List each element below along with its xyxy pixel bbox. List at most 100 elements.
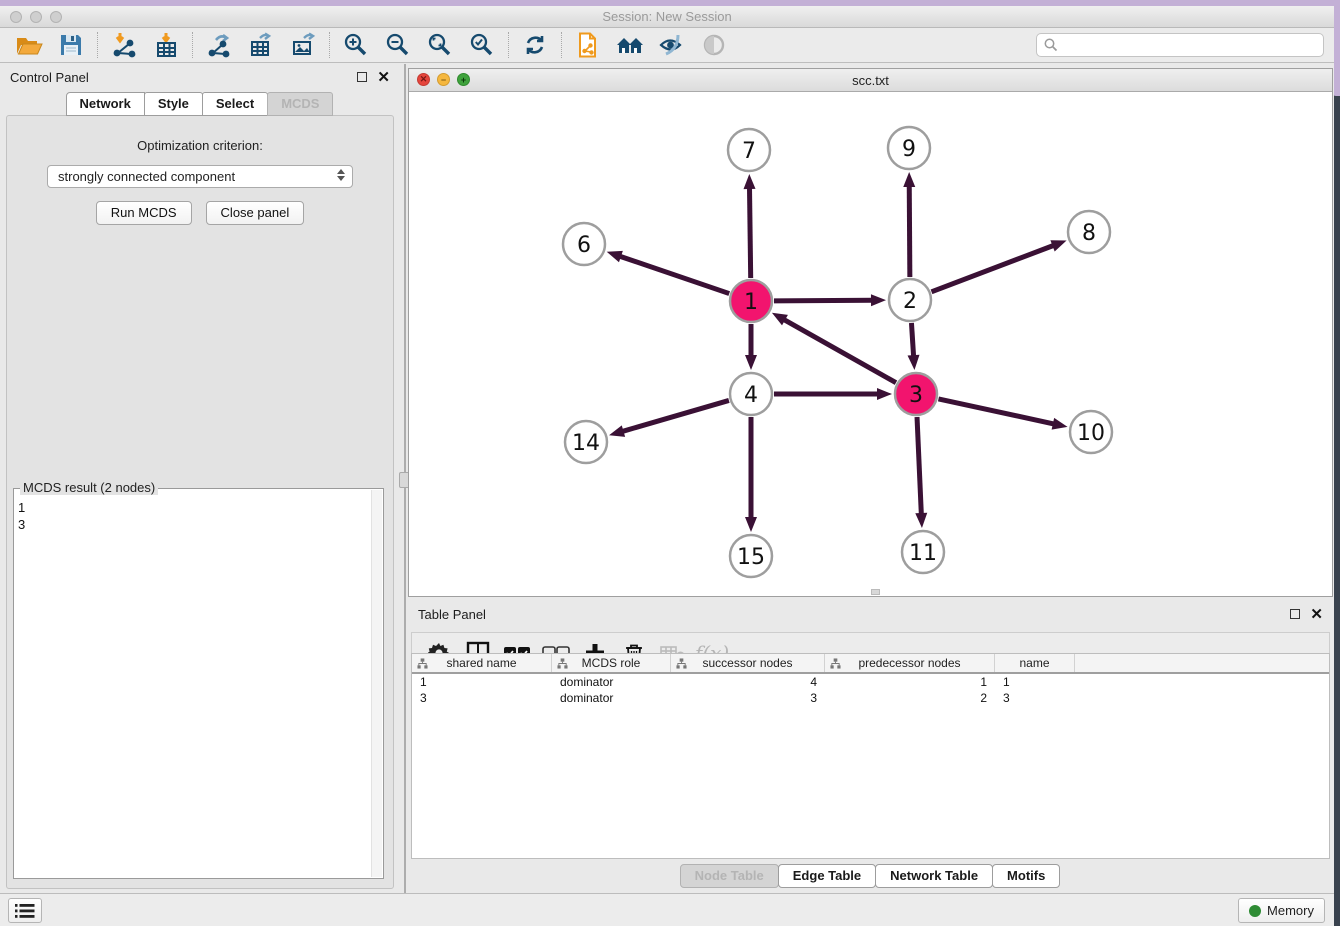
graph-edge-1-7[interactable] (749, 187, 750, 278)
graph-edge-4-14[interactable] (622, 400, 729, 431)
table-row[interactable]: 1 dominator 4 1 1 (412, 674, 1329, 690)
graph-node-label-6: 6 (577, 233, 591, 258)
tab-node-table[interactable]: Node Table (680, 864, 779, 888)
tab-select[interactable]: Select (202, 92, 268, 116)
new-network-from-selection-icon[interactable] (567, 30, 609, 60)
hide-selected-icon[interactable] (651, 30, 693, 60)
graph-edge-arrow-1-4 (745, 355, 757, 370)
close-table-panel-icon[interactable]: ✕ (1310, 607, 1323, 622)
graph-edge-arrow-3-10 (1052, 418, 1068, 430)
mcds-result-title: MCDS result (2 nodes) (20, 480, 158, 495)
tab-style[interactable]: Style (144, 92, 203, 116)
graph-edge-2-8[interactable] (932, 245, 1055, 292)
graph-edge-arrow-4-14 (609, 425, 625, 437)
graph-edge-arrow-1-2 (871, 294, 886, 306)
toolbar-separator (192, 32, 193, 58)
close-panel-button[interactable]: Close panel (206, 201, 305, 225)
zoom-selected-icon[interactable] (461, 30, 503, 60)
column-header-shared-name[interactable]: shared name (412, 654, 552, 672)
maximize-network-button[interactable] (457, 73, 470, 86)
close-network-button[interactable] (417, 73, 430, 86)
result-scrollbar[interactable] (371, 490, 382, 877)
tab-motifs[interactable]: Motifs (992, 864, 1060, 888)
attribute-icon (676, 658, 687, 669)
tab-edge-table[interactable]: Edge Table (778, 864, 876, 888)
result-line: 3 (18, 516, 370, 533)
zoom-in-icon[interactable] (335, 30, 377, 60)
graph-edge-arrow-2-3 (908, 355, 920, 370)
graph-node-label-4: 4 (744, 383, 758, 408)
zoom-window-button[interactable] (50, 11, 62, 23)
graph-edge-arrow-3-1 (772, 313, 788, 326)
graph-node-label-9: 9 (902, 137, 916, 162)
table-row[interactable]: 3 dominator 3 2 3 (412, 690, 1329, 706)
mcds-result-box: MCDS result (2 nodes) 1 3 (13, 488, 384, 879)
app-window: Session: New Session (0, 6, 1334, 926)
cell-mcds-role: dominator (552, 675, 671, 689)
canvas-resize-grip[interactable] (871, 589, 880, 595)
screen: Session: New Session (0, 0, 1340, 926)
show-all-icon[interactable] (693, 30, 735, 60)
open-session-icon[interactable] (8, 30, 50, 60)
zoom-out-icon[interactable] (377, 30, 419, 60)
cell-mcds-role: dominator (552, 691, 671, 705)
export-table-icon[interactable] (240, 30, 282, 60)
control-panel-title: Control Panel (10, 70, 89, 85)
graph-edge-2-3[interactable] (911, 323, 913, 357)
run-mcds-button[interactable]: Run MCDS (96, 201, 192, 225)
attribute-icon (557, 658, 568, 669)
network-title: scc.txt (852, 73, 889, 88)
list-icon (15, 903, 35, 919)
status-bar: Memory (0, 893, 1334, 926)
float-panel-icon[interactable] (357, 72, 367, 82)
save-session-icon[interactable] (50, 30, 92, 60)
minimize-window-button[interactable] (30, 11, 42, 23)
float-table-panel-icon[interactable] (1290, 609, 1300, 619)
refresh-layout-icon[interactable] (514, 30, 556, 60)
graph-edge-1-6[interactable] (619, 256, 729, 294)
import-table-icon[interactable] (145, 30, 187, 60)
graph-edge-arrow-1-7 (744, 174, 756, 189)
cell-predecessor-nodes: 1 (825, 675, 995, 689)
tab-network-table[interactable]: Network Table (875, 864, 993, 888)
search-input[interactable] (1059, 35, 1323, 55)
graph-edge-3-1[interactable] (783, 319, 896, 383)
minimize-network-button[interactable] (437, 73, 450, 86)
column-header-name[interactable]: name (995, 654, 1075, 672)
graph-edge-arrow-1-6 (607, 251, 623, 262)
graph-edge-1-2[interactable] (774, 300, 873, 301)
search-field[interactable] (1036, 33, 1324, 57)
memory-label: Memory (1267, 903, 1314, 918)
tab-network[interactable]: Network (66, 92, 145, 116)
first-neighbors-icon[interactable] (609, 30, 651, 60)
graph-edge-arrow-2-9 (903, 172, 915, 187)
export-image-icon[interactable] (282, 30, 324, 60)
criterion-select[interactable]: strongly connected component (47, 165, 353, 188)
network-graph: 7968124314101511 (409, 92, 1332, 596)
column-header-predecessor-nodes[interactable]: predecessor nodes (825, 654, 995, 672)
graph-node-label-7: 7 (742, 139, 756, 164)
memory-button[interactable]: Memory (1238, 898, 1325, 923)
column-header-successor-nodes[interactable]: successor nodes (671, 654, 825, 672)
import-network-icon[interactable] (103, 30, 145, 60)
graph-edge-arrow-3-11 (915, 513, 927, 528)
close-panel-icon[interactable]: ✕ (377, 70, 390, 85)
close-window-button[interactable] (10, 11, 22, 23)
zoom-fit-icon[interactable] (419, 30, 461, 60)
cell-name: 1 (995, 675, 1075, 689)
task-history-button[interactable] (8, 898, 42, 923)
graph-edge-3-10[interactable] (938, 399, 1054, 424)
network-canvas[interactable]: 7968124314101511 (409, 92, 1332, 596)
column-header-mcds-role[interactable]: MCDS role (552, 654, 671, 672)
window-controls (10, 11, 62, 23)
network-window-titlebar[interactable]: scc.txt (409, 69, 1332, 92)
graph-node-label-14: 14 (572, 431, 600, 456)
graph-edge-3-11[interactable] (917, 417, 921, 515)
tab-mcds[interactable]: MCDS (267, 92, 333, 116)
select-stepper-icon (337, 169, 345, 181)
graph-edge-2-9[interactable] (909, 185, 910, 277)
table-header-row: shared name MCDS role successor nodes (412, 654, 1329, 674)
mcds-result-text[interactable]: 1 3 (18, 499, 370, 876)
result-line: 1 (18, 499, 370, 516)
export-network-icon[interactable] (198, 30, 240, 60)
